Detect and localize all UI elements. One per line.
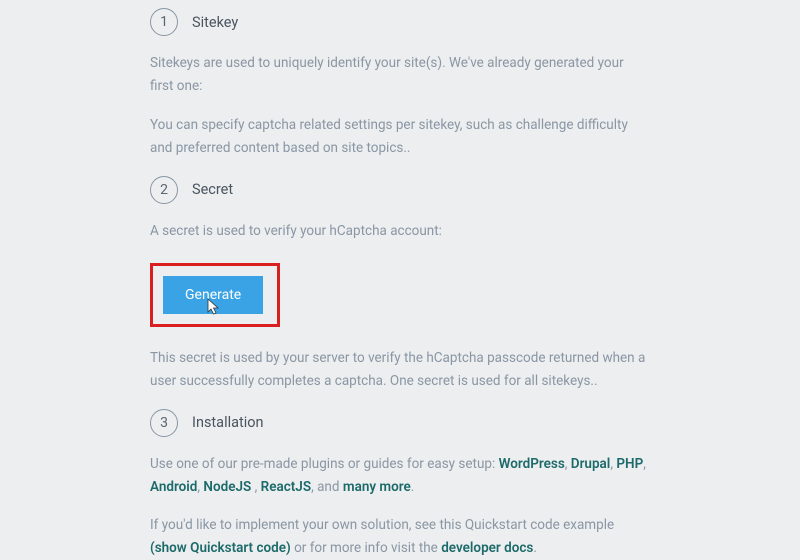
step-1-header: 1 Sitekey bbox=[150, 8, 650, 36]
step-1-desc2: You can specify captcha related settings… bbox=[150, 114, 650, 160]
link-reactjs[interactable]: ReactJS bbox=[261, 479, 311, 495]
link-android[interactable]: Android bbox=[150, 479, 197, 495]
step-3-title: Installation bbox=[192, 414, 264, 431]
generate-highlight-box: Generate bbox=[150, 263, 280, 327]
link-developer-docs[interactable]: developer docs bbox=[441, 540, 533, 556]
step-2-header: 2 Secret bbox=[150, 176, 650, 204]
step-1-title: Sitekey bbox=[192, 14, 238, 31]
text: , bbox=[643, 456, 646, 472]
link-nodejs[interactable]: NodeJS bbox=[203, 479, 251, 495]
step-3-number: 3 bbox=[150, 409, 178, 437]
link-drupal[interactable]: Drupal bbox=[571, 456, 611, 472]
text: . bbox=[533, 540, 537, 556]
step-2-desc2: This secret is used by your server to ve… bbox=[150, 347, 650, 393]
text: . bbox=[411, 479, 415, 495]
link-more[interactable]: many more bbox=[343, 479, 411, 495]
step-2-title: Secret bbox=[192, 181, 233, 198]
step-1-desc1: Sitekeys are used to uniquely identify y… bbox=[150, 52, 650, 98]
step-2-desc1: A secret is used to verify your hCaptcha… bbox=[150, 220, 650, 243]
text: , and bbox=[311, 479, 343, 495]
link-wordpress[interactable]: WordPress bbox=[499, 456, 565, 472]
link-show-quickstart[interactable]: (show Quickstart code) bbox=[150, 540, 291, 556]
generate-button[interactable]: Generate bbox=[163, 276, 263, 314]
text: or for more info visit the bbox=[291, 540, 441, 556]
step-3-quickstart: If you'd like to implement your own solu… bbox=[150, 514, 650, 560]
text: Use one of our pre-made plugins or guide… bbox=[150, 456, 499, 472]
step-3-plugins: Use one of our pre-made plugins or guide… bbox=[150, 453, 650, 499]
step-2-number: 2 bbox=[150, 176, 178, 204]
text: If you'd like to implement your own solu… bbox=[150, 517, 614, 533]
step-1-number: 1 bbox=[150, 8, 178, 36]
step-3-header: 3 Installation bbox=[150, 409, 650, 437]
link-php[interactable]: PHP bbox=[616, 456, 643, 472]
